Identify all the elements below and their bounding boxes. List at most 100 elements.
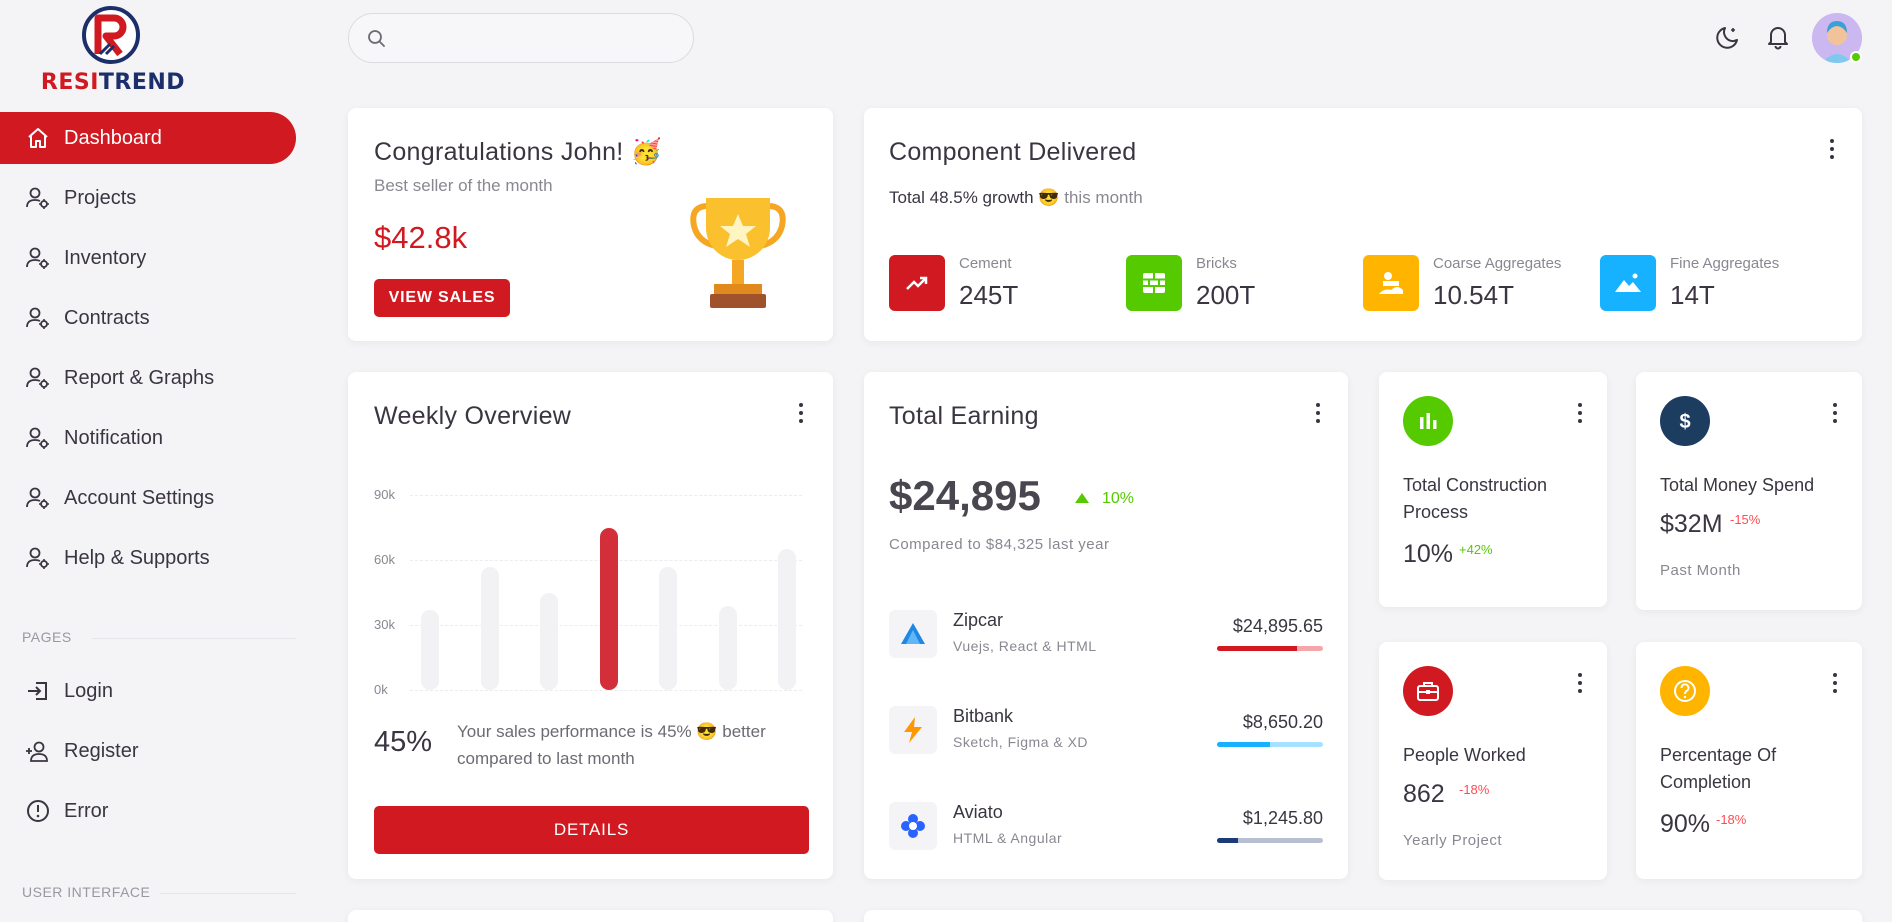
trending-up-icon (889, 255, 945, 311)
more-options-icon[interactable] (1825, 400, 1845, 426)
stat-value: 10.54T (1433, 280, 1514, 310)
sidebar-item-login[interactable]: Login (0, 665, 296, 717)
sidebar-item-label: Help & Supports (64, 546, 210, 569)
stat-label: Cement (959, 255, 1012, 272)
search-input[interactable] (348, 13, 694, 63)
earning-item-subtitle: Vuejs, React & HTML (953, 638, 1097, 654)
sidebar-item-label: Contracts (64, 306, 150, 329)
kpi-value: $32M (1660, 510, 1723, 538)
arrow-up-icon (1075, 493, 1089, 503)
sidebar-item-error[interactable]: Error (0, 785, 296, 837)
weekly-title: Weekly Overview (374, 402, 572, 430)
stat-label: Bricks (1196, 255, 1237, 272)
sidebar-item-label: Login (64, 679, 113, 702)
kpi-value: 90% (1660, 810, 1711, 838)
section-label-user-interface: USER INTERFACE (22, 884, 151, 900)
sidebar-item-report-graphs[interactable]: Report & Graphs (0, 352, 296, 404)
y-tick-label: 30k (374, 617, 395, 632)
kpi-footer: Yearly Project (1403, 832, 1502, 849)
online-status-dot (1850, 51, 1862, 63)
congrats-card: Congratulations John! 🥳 Best seller of t… (348, 108, 833, 341)
zipcar-logo-icon (889, 610, 937, 658)
sidebar-item-label: Report & Graphs (64, 366, 215, 389)
kpi-value: 10% (1403, 540, 1454, 568)
sidebar-item-contracts[interactable]: Contracts (0, 292, 296, 344)
bottom-card (348, 910, 833, 922)
chart-bar[interactable] (599, 527, 618, 690)
y-tick-label: 0k (374, 682, 388, 697)
moon-star-icon[interactable] (1713, 22, 1743, 52)
weekly-percent: 45% (374, 726, 433, 758)
details-button[interactable]: DETAILS (374, 806, 809, 854)
sidebar-item-notification[interactable]: Notification (0, 412, 296, 464)
stat-value: 200T (1196, 280, 1256, 310)
y-tick-label: 60k (374, 552, 395, 567)
grid-line (410, 495, 802, 496)
stat-value: 245T (959, 280, 1019, 310)
trophy-icon (690, 198, 786, 308)
bell-icon[interactable] (1763, 22, 1793, 52)
congrats-title: Congratulations John! 🥳 (374, 138, 663, 166)
section-label-pages: PAGES (22, 629, 72, 645)
chart-bar[interactable] (778, 549, 796, 690)
stat-label: Coarse Aggregates (1433, 255, 1562, 272)
kpi-value: 862 (1403, 780, 1445, 808)
aggregate-icon (1363, 255, 1419, 311)
flower-icon (889, 802, 937, 850)
sidebar-item-label: Error (64, 799, 109, 822)
weekly-text: Your sales performance is 45% 😎 better c… (457, 722, 766, 768)
sidebar-item-projects[interactable]: Projects (0, 172, 296, 224)
more-options-icon[interactable] (1570, 670, 1590, 696)
earning-item-subtitle: Sketch, Figma & XD (953, 734, 1089, 750)
more-options-icon[interactable] (1825, 670, 1845, 696)
chart-bar[interactable] (718, 605, 737, 690)
kpi-footer: Past Month (1660, 562, 1741, 579)
sidebar-item-inventory[interactable]: Inventory (0, 232, 296, 284)
divider (160, 893, 296, 894)
chart-bar[interactable] (659, 566, 677, 690)
earning-item-name: Zipcar (953, 610, 1004, 630)
sidebar-item-dashboard[interactable]: Dashboard (0, 112, 296, 164)
user-gear-icon (24, 364, 52, 392)
sidebar-item-help-supports[interactable]: Help & Supports (0, 532, 296, 584)
sidebar-item-label: Register (64, 739, 139, 762)
sidebar-item-label: Projects (64, 186, 137, 209)
kpi-card: $ Total Money Spend $32M -15% Past Month (1636, 372, 1862, 610)
chart-bar[interactable] (421, 609, 439, 690)
view-sales-button[interactable]: VIEW SALES (374, 279, 510, 317)
sidebar-item-label: Notification (64, 426, 163, 449)
kpi-change: -15% (1730, 512, 1761, 527)
more-options-icon[interactable] (1822, 136, 1842, 162)
kpi-label: Percentage Of (1660, 745, 1777, 765)
help-circle-icon (1660, 666, 1710, 716)
user-gear-icon (24, 484, 52, 512)
earning-compare: Compared to $84,325 last year (889, 536, 1110, 553)
kpi-label: Total Money Spend (1660, 475, 1815, 495)
earning-amount: $24,895 (889, 472, 1041, 519)
alert-circle-icon (24, 797, 52, 825)
kpi-label: People Worked (1403, 745, 1526, 765)
user-gear-icon (24, 424, 52, 452)
growth-text: Total 48.5% growth (889, 188, 1034, 207)
earning-item-name: Aviato (953, 802, 1003, 822)
earning-progress-bar (1217, 646, 1323, 651)
sidebar-item-register[interactable]: Register (0, 725, 296, 777)
sidebar-item-label: Inventory (64, 246, 147, 269)
bricks-icon (1126, 255, 1182, 311)
user-gear-icon (24, 184, 52, 212)
more-options-icon[interactable] (791, 400, 811, 426)
mountain-icon (1600, 255, 1656, 311)
kpi-card: Total Construction Process 10% +42% (1379, 372, 1607, 607)
earning-progress-bar (1217, 742, 1323, 747)
component-delivered-card: Component Delivered Total 48.5% growth 😎… (864, 108, 1862, 341)
brand-logo[interactable]: RESITREND (28, 4, 198, 96)
chart-bar[interactable] (480, 566, 499, 690)
more-options-icon[interactable] (1570, 400, 1590, 426)
sidebar-item-account-settings[interactable]: Account Settings (0, 472, 296, 524)
stat-value: 14T (1670, 280, 1715, 310)
kpi-change: -18% (1716, 812, 1747, 827)
chart-bar[interactable] (540, 592, 558, 690)
home-icon (24, 124, 52, 152)
stat-label: Fine Aggregates (1670, 255, 1780, 272)
more-options-icon[interactable] (1308, 400, 1328, 426)
